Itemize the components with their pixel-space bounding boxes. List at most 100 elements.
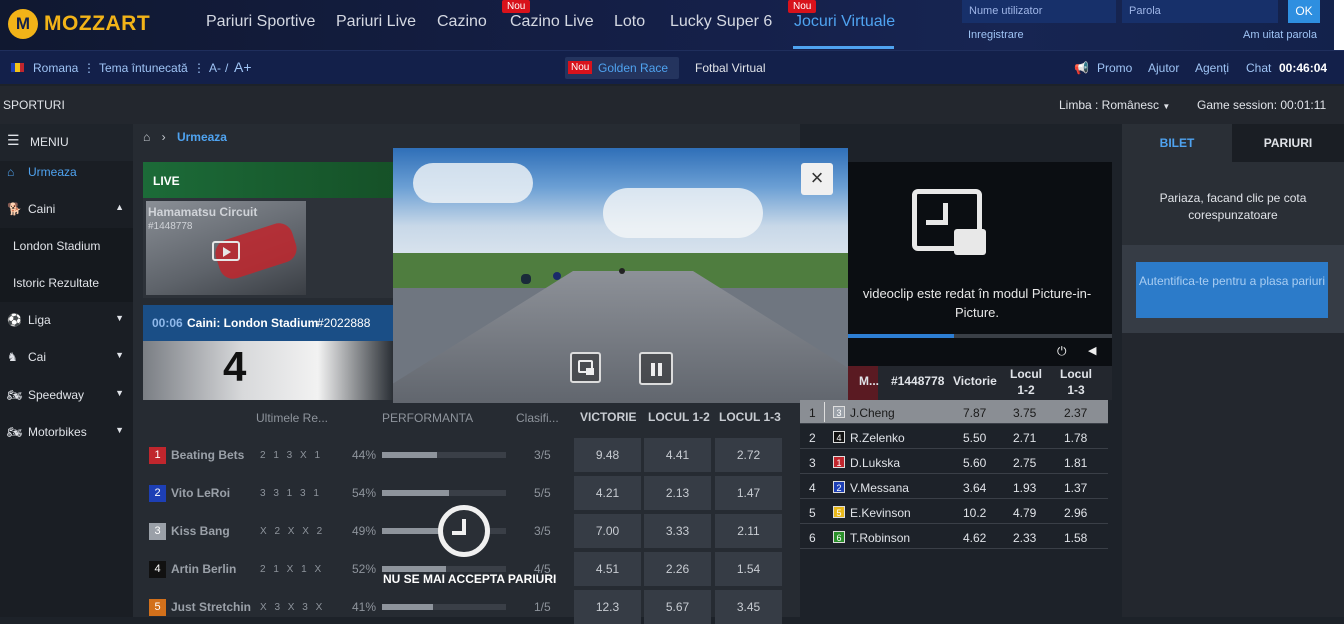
race-odds-place13[interactable]: 2.37 bbox=[1064, 406, 1087, 420]
pause-icon[interactable] bbox=[639, 352, 673, 385]
runner-number-badge: 4 bbox=[149, 561, 166, 578]
sidebar-item-speedway[interactable]: 🏍 Speedway ▼ bbox=[0, 377, 133, 414]
sidebar-item-liga[interactable]: ⚽ Liga ▼ bbox=[0, 302, 133, 339]
runner-number-badge: 1 bbox=[833, 456, 845, 468]
race-table-row: 2 4 R.Zelenko 5.50 2.71 1.78 bbox=[800, 425, 1108, 449]
race-odds-win[interactable]: 4.62 bbox=[963, 531, 986, 545]
nav-cazino[interactable]: Cazino bbox=[437, 13, 487, 31]
race-odds-place12[interactable]: 2.71 bbox=[1013, 431, 1036, 445]
close-icon[interactable]: × bbox=[801, 163, 833, 195]
power-icon[interactable]: ⏻ bbox=[1057, 344, 1067, 359]
sidebar-item-caini[interactable]: 🐕 Caini ▲ bbox=[0, 191, 133, 228]
betting-closed-notice: NU SE MAI ACCEPTA PARIURI bbox=[383, 572, 557, 586]
next-event-header[interactable]: 00:06 Caini: London Stadium #2022888 bbox=[143, 305, 393, 341]
odds-place12-button[interactable]: 2.26 bbox=[644, 552, 711, 586]
breadcrumb-current[interactable]: Urmeaza bbox=[177, 130, 227, 144]
runner-performance-pct: 49% bbox=[352, 524, 377, 538]
username-input[interactable]: Nume utilizator bbox=[962, 0, 1116, 23]
race-odds-place13[interactable]: 1.78 bbox=[1064, 431, 1087, 445]
odds-win-button[interactable]: 9.48 bbox=[574, 438, 641, 472]
picture-in-picture-icon bbox=[912, 189, 986, 255]
font-increase-button[interactable]: A+ bbox=[234, 59, 252, 75]
race-runner-name: T.Robinson bbox=[850, 531, 911, 545]
volume-icon[interactable]: ◀ bbox=[1088, 344, 1096, 357]
font-decrease-button[interactable]: A- bbox=[209, 61, 221, 75]
golden-race-tab[interactable]: Nou Golden Race bbox=[565, 57, 679, 79]
sidebar-item-label: Motorbikes bbox=[28, 425, 87, 439]
dark-theme-toggle[interactable]: Tema întunecată bbox=[99, 61, 188, 75]
login-to-bet-button[interactable]: Autentifica-te pentru a plasa pariuri bbox=[1136, 262, 1328, 318]
language-select[interactable]: Limba : Românesc ▼ bbox=[1059, 98, 1170, 112]
password-input[interactable]: Parola bbox=[1122, 0, 1278, 23]
sidebar-item-urmeaza[interactable]: ⌂ Urmeaza bbox=[0, 154, 133, 191]
nav-jocuri-virtuale[interactable]: Jocuri Virtuale bbox=[794, 13, 895, 31]
performance-bar bbox=[382, 604, 506, 610]
help-link[interactable]: Ajutor bbox=[1148, 61, 1179, 75]
odds-win-button[interactable]: 7.00 bbox=[574, 514, 641, 548]
picture-in-picture-icon[interactable] bbox=[570, 352, 601, 383]
odds-win-button[interactable]: 4.21 bbox=[574, 476, 641, 510]
runner-last-results: X 3 X 3 X bbox=[260, 602, 323, 613]
betslip-panel: BILET PARIURI Pariaza, facand clic pe co… bbox=[1122, 124, 1344, 617]
live-event-card[interactable]: Hamamatsu Circuit #1448778 bbox=[143, 198, 403, 298]
nav-pariuri-live[interactable]: Pariuri Live bbox=[336, 13, 416, 31]
agents-link[interactable]: Agenți bbox=[1195, 61, 1229, 75]
chat-link[interactable]: Chat bbox=[1246, 61, 1271, 75]
sidebar-item-motorbikes[interactable]: 🏍 Motorbikes ▼ bbox=[0, 414, 133, 451]
runner-rank: 1/5 bbox=[534, 600, 551, 614]
race-header-m: M... bbox=[859, 374, 879, 388]
race-odds-place13[interactable]: 1.58 bbox=[1064, 531, 1087, 545]
odds-place13-button[interactable]: 3.45 bbox=[715, 590, 782, 624]
race-odds-win[interactable]: 5.50 bbox=[963, 431, 986, 445]
nav-loto[interactable]: Loto bbox=[614, 13, 645, 31]
race-odds-place12[interactable]: 2.33 bbox=[1013, 531, 1036, 545]
speedway-icon: 🏍 bbox=[7, 388, 23, 402]
runner-rank: 3/5 bbox=[534, 524, 551, 538]
video-cloud bbox=[413, 163, 533, 203]
odds-win-button[interactable]: 4.51 bbox=[574, 552, 641, 586]
race-odds-place12[interactable]: 2.75 bbox=[1013, 456, 1036, 470]
fotbal-virtual-tab[interactable]: Fotbal Virtual bbox=[695, 61, 765, 75]
tab-pariuri[interactable]: PARIURI bbox=[1232, 124, 1344, 162]
odds-place12-button[interactable]: 3.33 bbox=[644, 514, 711, 548]
brand-logo[interactable]: M MOZZART bbox=[8, 9, 150, 39]
odds-place12-button[interactable]: 4.41 bbox=[644, 438, 711, 472]
race-odds-place12[interactable]: 4.79 bbox=[1013, 506, 1036, 520]
home-icon[interactable]: ⌂ bbox=[143, 130, 150, 144]
megaphone-icon: 📢 bbox=[1074, 61, 1089, 75]
register-link[interactable]: Inregistrare bbox=[968, 29, 1024, 41]
race-odds-place13[interactable]: 1.37 bbox=[1064, 481, 1087, 495]
odds-place13-button[interactable]: 1.47 bbox=[715, 476, 782, 510]
race-odds-place12[interactable]: 3.75 bbox=[1013, 406, 1036, 420]
race-odds-win[interactable]: 5.60 bbox=[963, 456, 986, 470]
language-selector[interactable]: Romana bbox=[33, 61, 78, 75]
nav-cazino-live[interactable]: Cazino Live bbox=[510, 13, 594, 31]
odds-place13-button[interactable]: 2.11 bbox=[715, 514, 782, 548]
nav-lucky-super-6[interactable]: Lucky Super 6 bbox=[670, 13, 772, 31]
login-button[interactable]: OK bbox=[1288, 0, 1320, 23]
race-odds-place13[interactable]: 2.96 bbox=[1064, 506, 1087, 520]
race-odds-win[interactable]: 10.2 bbox=[963, 506, 986, 520]
race-position: 2 bbox=[809, 431, 816, 445]
odds-place12-button[interactable]: 2.13 bbox=[644, 476, 711, 510]
breadcrumb: ⌂ › Urmeaza bbox=[143, 130, 227, 144]
tab-bilet[interactable]: BILET bbox=[1122, 124, 1232, 162]
video-popup[interactable]: × bbox=[393, 148, 848, 403]
race-odds-win[interactable]: 7.87 bbox=[963, 406, 986, 420]
sidebar-subitem-istoric-rezultate[interactable]: Istoric Rezultate bbox=[0, 265, 133, 302]
nav-pariuri-sportive[interactable]: Pariuri Sportive bbox=[206, 13, 315, 31]
race-odds-place13[interactable]: 1.81 bbox=[1064, 456, 1087, 470]
sidebar-item-cai[interactable]: ♞ Cai ▼ bbox=[0, 339, 133, 376]
promo-link[interactable]: Promo bbox=[1097, 61, 1132, 75]
race-position: 3 bbox=[809, 456, 816, 470]
separator-dots: ⋮ bbox=[83, 61, 95, 75]
odds-win-button[interactable]: 12.3 bbox=[574, 590, 641, 624]
race-odds-place12[interactable]: 1.93 bbox=[1013, 481, 1036, 495]
odds-place13-button[interactable]: 1.54 bbox=[715, 552, 782, 586]
odds-place12-button[interactable]: 5.67 bbox=[644, 590, 711, 624]
forgot-password-link[interactable]: Am uitat parola bbox=[1243, 29, 1317, 41]
font-separator: / bbox=[225, 61, 229, 75]
sidebar-subitem-london-stadium[interactable]: London Stadium bbox=[0, 228, 133, 265]
odds-place13-button[interactable]: 2.72 bbox=[715, 438, 782, 472]
race-odds-win[interactable]: 3.64 bbox=[963, 481, 986, 495]
